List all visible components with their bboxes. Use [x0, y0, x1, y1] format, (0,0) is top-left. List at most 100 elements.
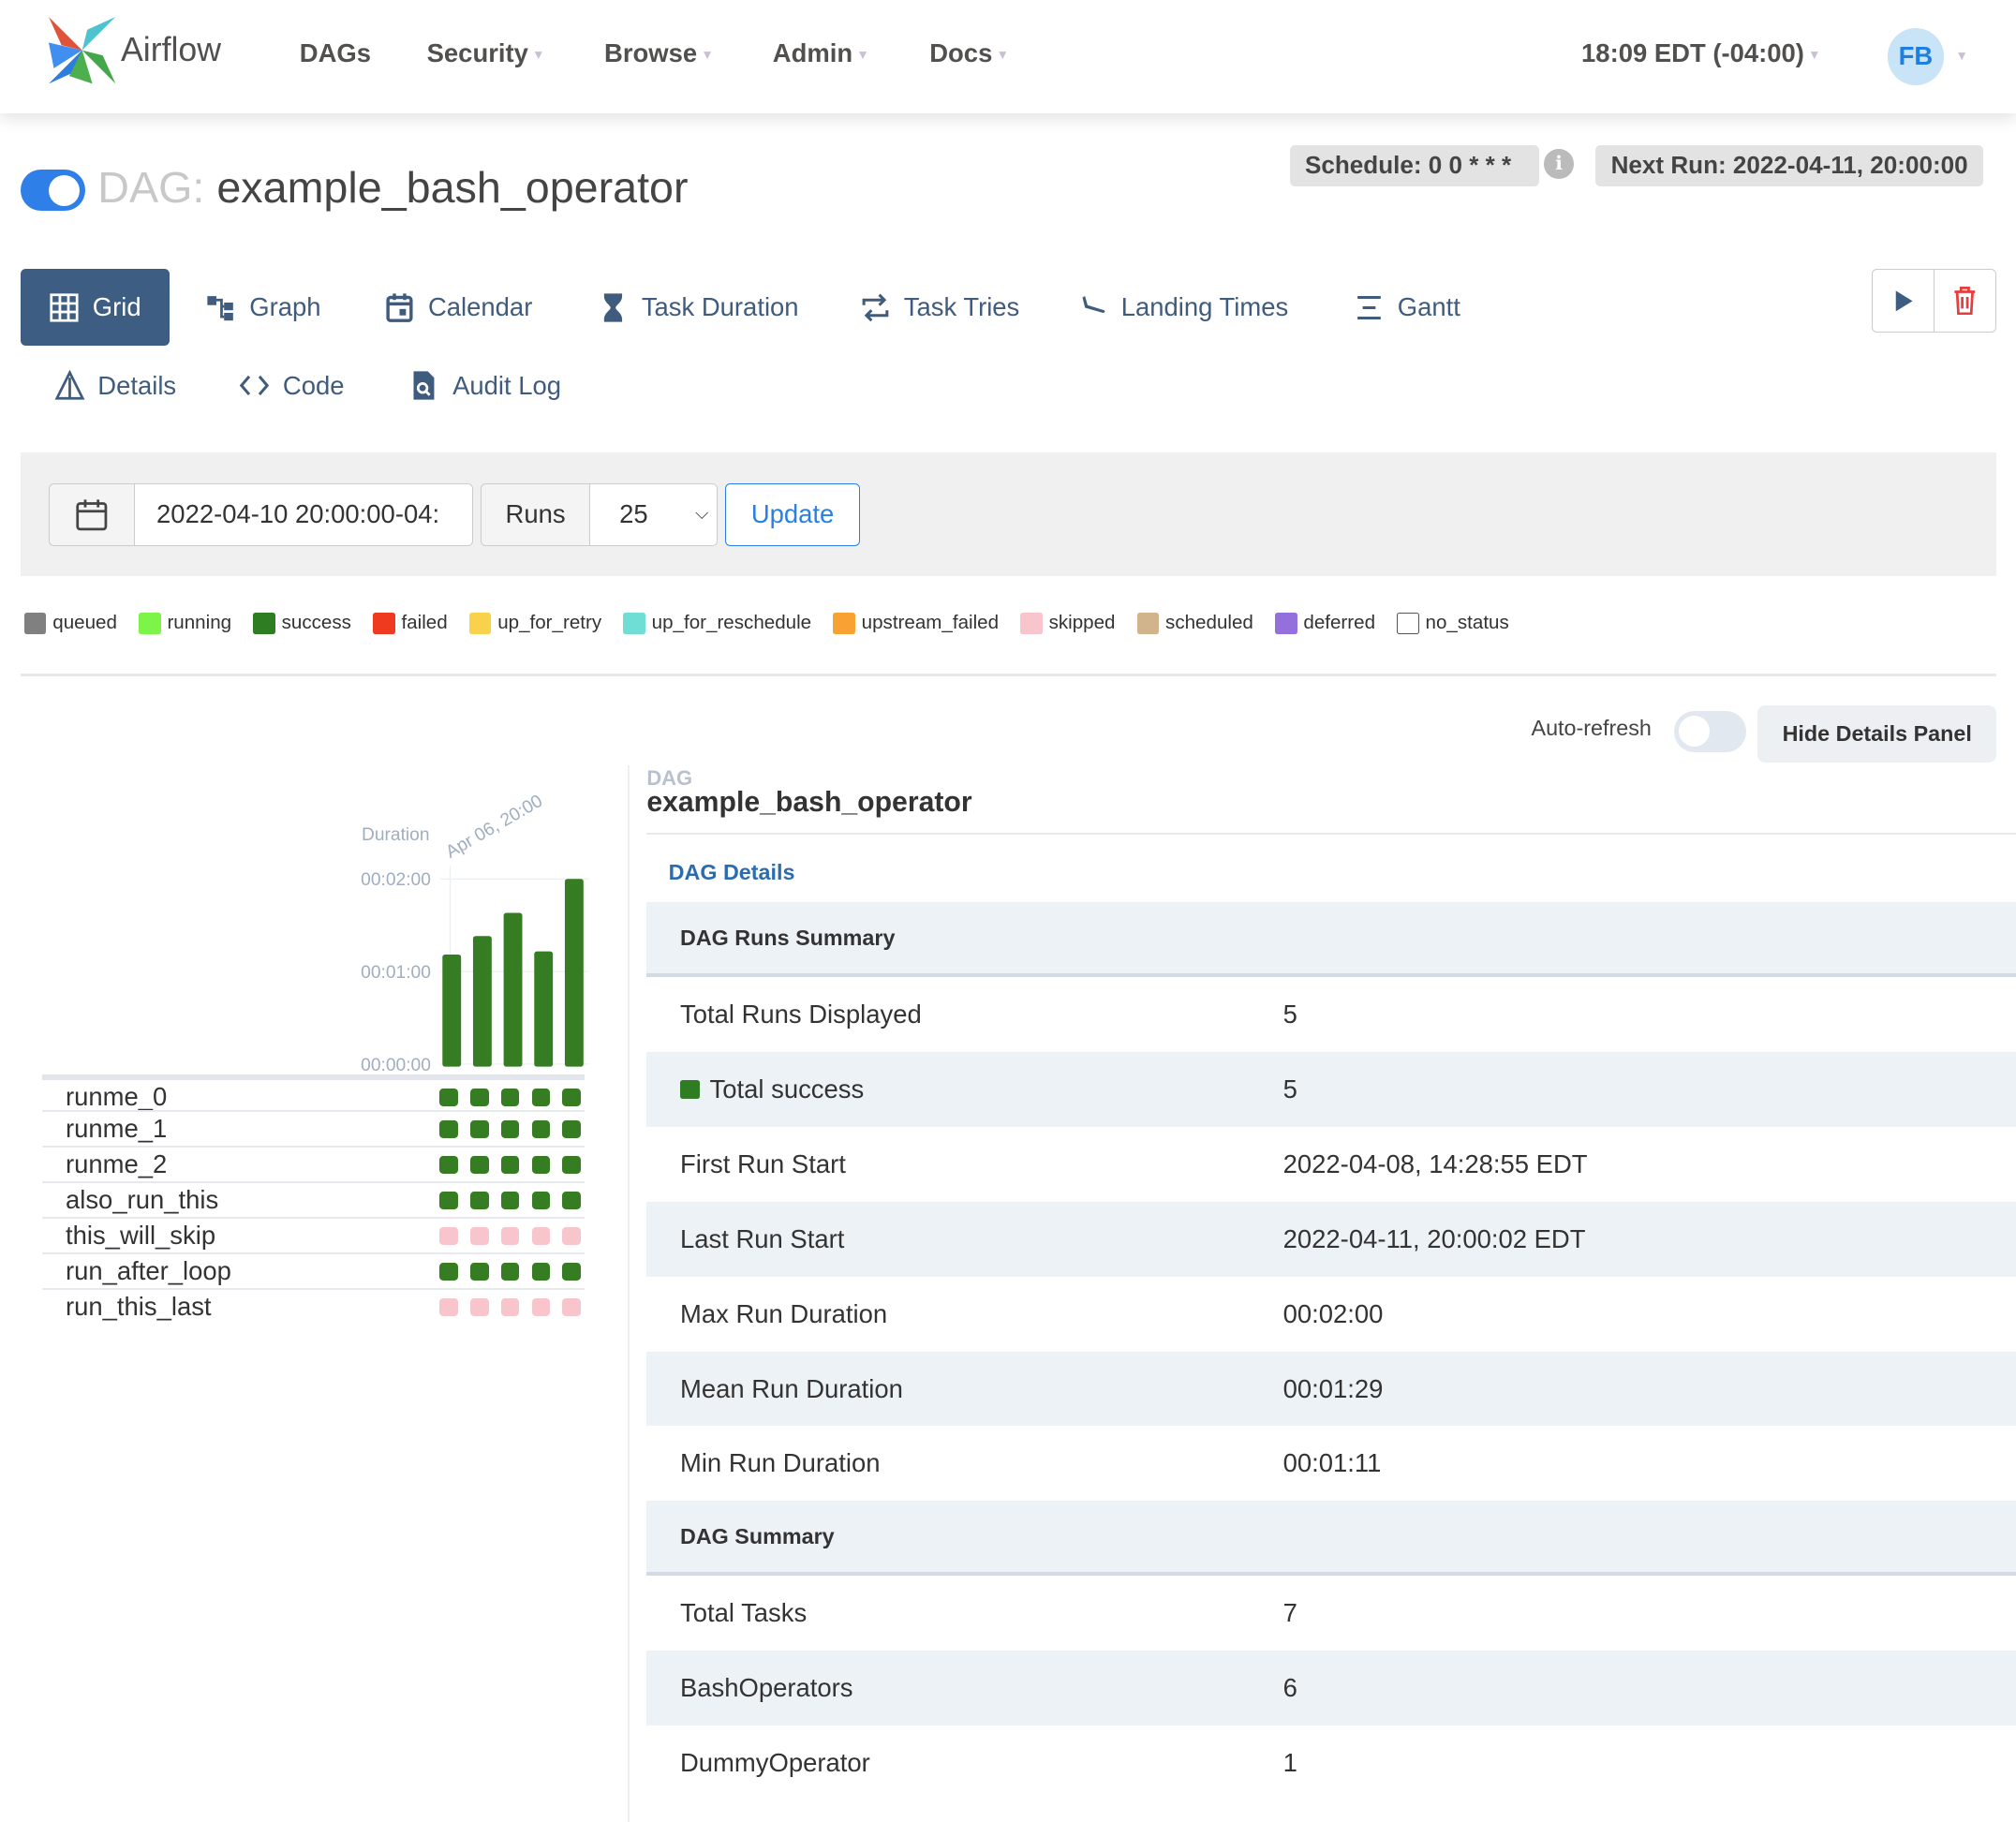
task-row[interactable]: run_after_loop — [42, 1252, 586, 1288]
tab-calendar[interactable]: Calendar — [356, 269, 560, 346]
task-instance-success[interactable] — [562, 1262, 582, 1281]
runs-select[interactable]: 25 ⌵ — [588, 483, 718, 547]
legend-up_for_reschedule[interactable]: up_for_reschedule — [623, 612, 811, 634]
nav-security[interactable]: Security ▼ — [427, 38, 545, 68]
y-tick-label: 00:01:00 — [361, 963, 431, 983]
dag-details-link[interactable]: DAG Details — [669, 860, 795, 885]
task-row[interactable]: this_will_skip — [42, 1217, 586, 1252]
auto-refresh-toggle[interactable] — [1673, 710, 1746, 752]
user-avatar[interactable]: FB — [1887, 28, 1945, 85]
task-instance-success[interactable] — [500, 1119, 520, 1139]
state-legend: queued running success failed up_for_retry up… — [24, 612, 1509, 634]
task-instance-success[interactable] — [562, 1155, 582, 1175]
task-instance-success[interactable] — [438, 1088, 458, 1107]
chevron-down-icon[interactable]: ▼ — [1955, 49, 1968, 63]
legend-up_for_retry[interactable]: up_for_retry — [469, 612, 601, 634]
tab-landing-times[interactable]: Landing Times — [1049, 269, 1316, 346]
legend-queued[interactable]: queued — [24, 612, 117, 634]
runs-value: 25 — [619, 499, 648, 529]
task-instance-skipped[interactable] — [500, 1226, 520, 1246]
tab-audit-log[interactable]: Audit Log — [380, 360, 589, 411]
task-instance-success[interactable] — [500, 1262, 520, 1281]
task-instance-skipped[interactable] — [500, 1297, 520, 1317]
tab-label: Audit Log — [452, 370, 562, 400]
task-row[interactable]: runme_1 — [42, 1110, 586, 1146]
task-instance-success[interactable] — [438, 1119, 458, 1139]
base-date-input[interactable]: 2022-04-10 20:00:00-04: — [133, 483, 474, 547]
task-row[interactable]: also_run_this — [42, 1181, 586, 1217]
task-instance-skipped[interactable] — [562, 1297, 582, 1317]
nav-admin[interactable]: Admin ▼ — [773, 38, 869, 68]
legend-scheduled[interactable]: scheduled — [1136, 612, 1253, 634]
nav-label: DAGs — [299, 38, 371, 68]
panel-divider[interactable] — [627, 764, 630, 1822]
task-instance-success[interactable] — [469, 1155, 489, 1175]
tab-graph[interactable]: Graph — [177, 269, 348, 346]
nav-dags[interactable]: DAGs — [300, 38, 371, 68]
tab-task-tries[interactable]: Task Tries — [832, 269, 1048, 346]
task-instance-skipped[interactable] — [438, 1297, 458, 1317]
legend-label: no_status — [1425, 612, 1509, 634]
legend-failed[interactable]: failed — [373, 612, 448, 634]
delete-dag-button[interactable] — [1934, 268, 1997, 333]
info-icon[interactable]: i — [1544, 149, 1574, 179]
chevron-down-icon: ▼ — [701, 48, 714, 63]
update-button[interactable]: Update — [725, 483, 861, 547]
task-instance-success[interactable] — [500, 1191, 520, 1210]
task-instance-success[interactable] — [438, 1155, 458, 1175]
task-instance-success[interactable] — [562, 1088, 582, 1107]
legend-label: scheduled — [1165, 612, 1253, 634]
date-picker-button[interactable] — [49, 483, 136, 547]
legend-deferred[interactable]: deferred — [1275, 612, 1375, 634]
task-instance-success[interactable] — [469, 1119, 489, 1139]
legend-label: up_for_reschedule — [651, 612, 812, 634]
task-row[interactable]: run_this_last — [42, 1288, 586, 1324]
tab-task-duration[interactable]: Task Duration — [570, 269, 827, 346]
task-instance-success[interactable] — [469, 1191, 489, 1210]
page-title: DAG: example_bash_operator — [97, 162, 688, 213]
auto-refresh-label: Auto-refresh — [1531, 716, 1652, 741]
dag-pause-toggle[interactable] — [20, 170, 85, 212]
task-instance-success[interactable] — [438, 1191, 458, 1210]
legend-upstream_failed[interactable]: upstream_failed — [833, 612, 999, 634]
nav-browse[interactable]: Browse ▼ — [604, 38, 714, 68]
task-instance-success[interactable] — [500, 1155, 520, 1175]
task-instance-skipped[interactable] — [469, 1226, 489, 1246]
task-instance-success[interactable] — [469, 1088, 489, 1107]
task-instance-skipped[interactable] — [438, 1226, 458, 1246]
timezone-menu[interactable]: 18:09 EDT (-04:00) ▼ — [1581, 38, 1821, 68]
task-row[interactable]: runme_2 — [42, 1146, 586, 1181]
task-instance-skipped[interactable] — [562, 1226, 582, 1246]
task-instance-success[interactable] — [531, 1088, 551, 1107]
legend-no_status[interactable]: no_status — [1397, 612, 1509, 634]
task-row[interactable]: runme_0 — [42, 1074, 586, 1111]
task-instance-success[interactable] — [438, 1262, 458, 1281]
tab-grid[interactable]: Grid — [20, 268, 170, 347]
tab-details[interactable]: Details — [25, 360, 204, 411]
task-instance-success[interactable] — [469, 1262, 489, 1281]
task-instance-success[interactable] — [531, 1191, 551, 1210]
task-instance-success[interactable] — [531, 1155, 551, 1175]
tab-code[interactable]: Code — [211, 360, 373, 411]
task-instance-skipped[interactable] — [531, 1226, 551, 1246]
hide-details-button[interactable]: Hide Details Panel — [1757, 705, 1997, 763]
task-name: this_will_skip — [65, 1221, 216, 1251]
task-instance-success[interactable] — [562, 1191, 582, 1210]
task-instance-success[interactable] — [531, 1262, 551, 1281]
task-instance-skipped[interactable] — [469, 1297, 489, 1317]
legend-success[interactable]: success — [253, 612, 351, 634]
row-value: 5 — [1282, 1074, 1297, 1104]
nav-docs[interactable]: Docs ▼ — [929, 38, 1009, 68]
brand-name[interactable]: Airflow — [121, 31, 221, 69]
legend-running[interactable]: running — [139, 612, 231, 634]
task-instance-skipped[interactable] — [531, 1297, 551, 1317]
trigger-dag-button[interactable] — [1872, 268, 1935, 333]
task-instance-success[interactable] — [562, 1119, 582, 1139]
state-swatch — [373, 612, 395, 634]
tab-gantt[interactable]: Gantt — [1326, 269, 1489, 346]
task-instance-success[interactable] — [500, 1088, 520, 1107]
legend-skipped[interactable]: skipped — [1020, 612, 1116, 634]
task-instance-success[interactable] — [531, 1119, 551, 1139]
airflow-logo[interactable] — [49, 16, 116, 84]
top-navbar: Airflow DAGs Security ▼ Browse ▼ Admin ▼ Docs ▼ … — [0, 0, 2016, 113]
